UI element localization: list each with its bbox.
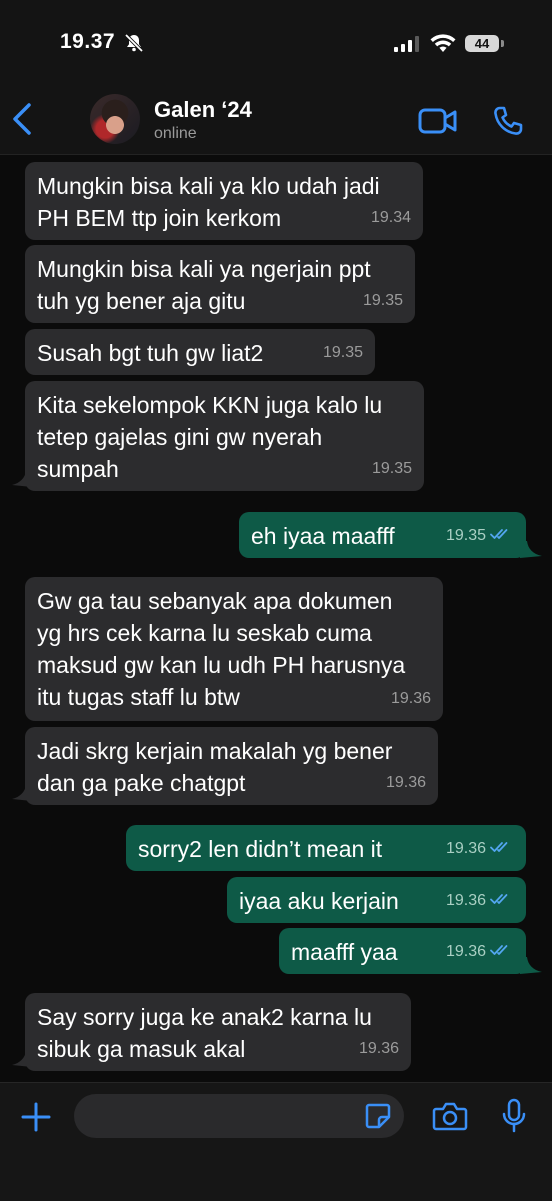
battery-cap	[501, 40, 504, 47]
message-text: Mungkin bisa kali ya ngerjain ppt tuh yg…	[37, 256, 371, 314]
message-meta: 19.35	[446, 520, 512, 552]
message-incoming[interactable]: Kita sekelompok KKN juga kalo lu tetep g…	[25, 381, 424, 491]
status-bar: 19.37 44	[0, 0, 552, 80]
bubble-tail	[12, 1051, 32, 1067]
double-check-icon	[490, 833, 512, 865]
message-input[interactable]	[74, 1094, 404, 1138]
contact-name[interactable]: Galen ‘24	[154, 97, 252, 123]
message-incoming[interactable]: Say sorry juga ke anak2 karna lu sibuk g…	[25, 993, 411, 1071]
message-text: Mungkin bisa kali ya klo udah jadi PH BE…	[37, 173, 380, 231]
bubble-tail	[520, 957, 542, 974]
contact-status: online	[154, 125, 197, 142]
chat-messages[interactable]: Mungkin bisa kali ya klo udah jadi PH BE…	[0, 155, 552, 1081]
bell-slash-icon	[124, 33, 144, 58]
message-incoming[interactable]: Mungkin bisa kali ya ngerjain ppt tuh yg…	[25, 245, 415, 323]
message-composer	[0, 1082, 552, 1201]
message-outgoing[interactable]: sorry2 len didn’t mean it 19.36	[126, 825, 526, 871]
message-outgoing[interactable]: maafff yaa 19.36	[279, 928, 526, 974]
camera-icon[interactable]	[432, 1101, 468, 1136]
bubble-tail	[12, 471, 32, 487]
message-text: Jadi skrg kerjain makalah yg bener dan g…	[37, 738, 393, 796]
message-incoming[interactable]: Mungkin bisa kali ya klo udah jadi PH BE…	[25, 162, 423, 240]
message-text: Susah bgt tuh gw liat2	[37, 340, 264, 366]
phone-icon[interactable]	[492, 105, 524, 142]
double-check-icon	[490, 885, 512, 917]
cellular-signal-icon	[394, 36, 420, 57]
message-text: Kita sekelompok KKN juga kalo lu tetep g…	[37, 392, 383, 482]
plus-icon[interactable]	[20, 1101, 52, 1138]
sticker-icon[interactable]	[364, 1102, 392, 1135]
message-time: 19.36	[385, 774, 426, 791]
wifi-icon	[430, 34, 456, 58]
message-time: 19.34	[370, 209, 411, 226]
chevron-left-icon[interactable]	[10, 102, 34, 141]
status-time: 19.37	[60, 30, 116, 53]
message-time: 19.35	[371, 460, 412, 477]
message-incoming[interactable]: Gw ga tau sebanyak apa dokumen yg hrs ce…	[25, 577, 443, 721]
avatar[interactable]	[90, 94, 140, 144]
message-outgoing[interactable]: eh iyaa maafff 19.35	[239, 512, 526, 558]
video-camera-icon[interactable]	[418, 108, 458, 139]
message-time: 19.36	[358, 1040, 399, 1057]
message-time: 19.35	[322, 344, 363, 361]
message-time: 19.36	[390, 690, 431, 707]
microphone-icon[interactable]	[500, 1098, 528, 1139]
bubble-tail	[520, 541, 542, 558]
message-meta: 19.36	[446, 936, 512, 968]
message-meta: 19.36	[446, 833, 512, 865]
message-time: 19.36	[445, 943, 486, 960]
bubble-tail	[12, 785, 32, 801]
message-meta: 19.36	[446, 885, 512, 917]
message-incoming[interactable]: Jadi skrg kerjain makalah yg bener dan g…	[25, 727, 438, 805]
message-text: Gw ga tau sebanyak apa dokumen yg hrs ce…	[37, 588, 406, 710]
message-time: 19.36	[445, 892, 486, 909]
double-check-icon	[490, 520, 512, 552]
battery-indicator: 44	[465, 35, 499, 52]
message-time: 19.35	[445, 527, 486, 544]
message-incoming[interactable]: Susah bgt tuh gw liat2 19.35	[25, 329, 375, 375]
double-check-icon	[490, 936, 512, 968]
message-outgoing[interactable]: iyaa aku kerjain 19.36	[227, 877, 526, 923]
message-time: 19.36	[445, 840, 486, 857]
message-text: Say sorry juga ke anak2 karna lu sibuk g…	[37, 1004, 372, 1062]
chat-header: Galen ‘24 online	[0, 80, 552, 155]
message-time: 19.35	[362, 292, 403, 309]
